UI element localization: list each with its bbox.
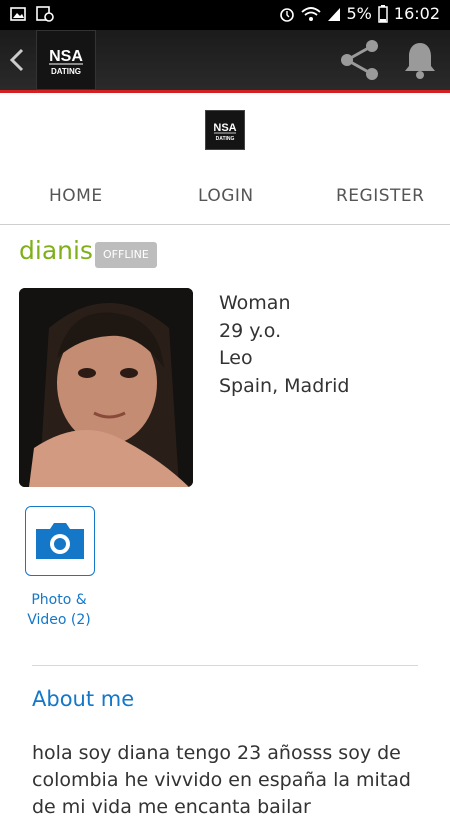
nav-login[interactable]: LOGIN: [198, 186, 254, 206]
clock: 16:02: [393, 4, 440, 23]
nsa-dating-logo: NSA DATING: [37, 31, 95, 89]
about-title: About me: [32, 687, 135, 711]
about-text: hola soy diana tengo 23 añosss soy de co…: [32, 742, 411, 818]
photo-video-label-line1: Photo &: [31, 592, 87, 608]
wifi-icon: [300, 6, 321, 21]
about-divider: [32, 665, 418, 666]
photo-video-label[interactable]: Photo & Video (2): [14, 590, 104, 630]
nsa-dating-small-logo: NSA DATING: [206, 111, 244, 149]
screenshot-icon: [36, 6, 54, 22]
profile-info: Woman 29 y.o. Leo Spain, Madrid: [219, 290, 349, 400]
svg-text:DATING: DATING: [216, 136, 235, 142]
photo-video-button[interactable]: [25, 506, 95, 576]
profile-location: Spain, Madrid: [219, 374, 350, 397]
back-icon[interactable]: [6, 44, 30, 76]
app-logo: NSA DATING: [36, 30, 96, 90]
svg-text:NSA: NSA: [213, 122, 236, 134]
camera-icon: [36, 523, 84, 559]
profile-gender: Woman: [219, 292, 291, 314]
profile-photo[interactable]: [19, 288, 193, 487]
profile-sign: Leo: [219, 347, 253, 369]
svg-text:NSA: NSA: [49, 48, 83, 65]
share-icon[interactable]: [338, 38, 382, 82]
nav-register[interactable]: REGISTER: [336, 186, 424, 206]
status-badge: OFFLINE: [95, 242, 157, 268]
profile-username: dianis: [19, 236, 93, 265]
nav-home[interactable]: HOME: [49, 186, 103, 206]
gallery-icon: [10, 7, 26, 21]
status-bar: 5% 16:02: [0, 0, 450, 30]
svg-text:DATING: DATING: [51, 67, 81, 76]
site-logo[interactable]: NSA DATING: [205, 110, 245, 150]
alarm-icon: [279, 7, 294, 22]
profile-portrait-image: [19, 288, 193, 487]
bell-icon[interactable]: [402, 40, 438, 80]
photo-video-label-line2: Video (2): [27, 612, 91, 628]
profile-age: 29 y.o.: [219, 319, 282, 342]
signal-icon: [327, 7, 340, 21]
top-nav: HOME LOGIN REGISTER: [0, 172, 450, 224]
nav-divider: [0, 224, 450, 225]
battery-icon: [378, 4, 388, 23]
battery-percent: 5%: [346, 4, 372, 23]
